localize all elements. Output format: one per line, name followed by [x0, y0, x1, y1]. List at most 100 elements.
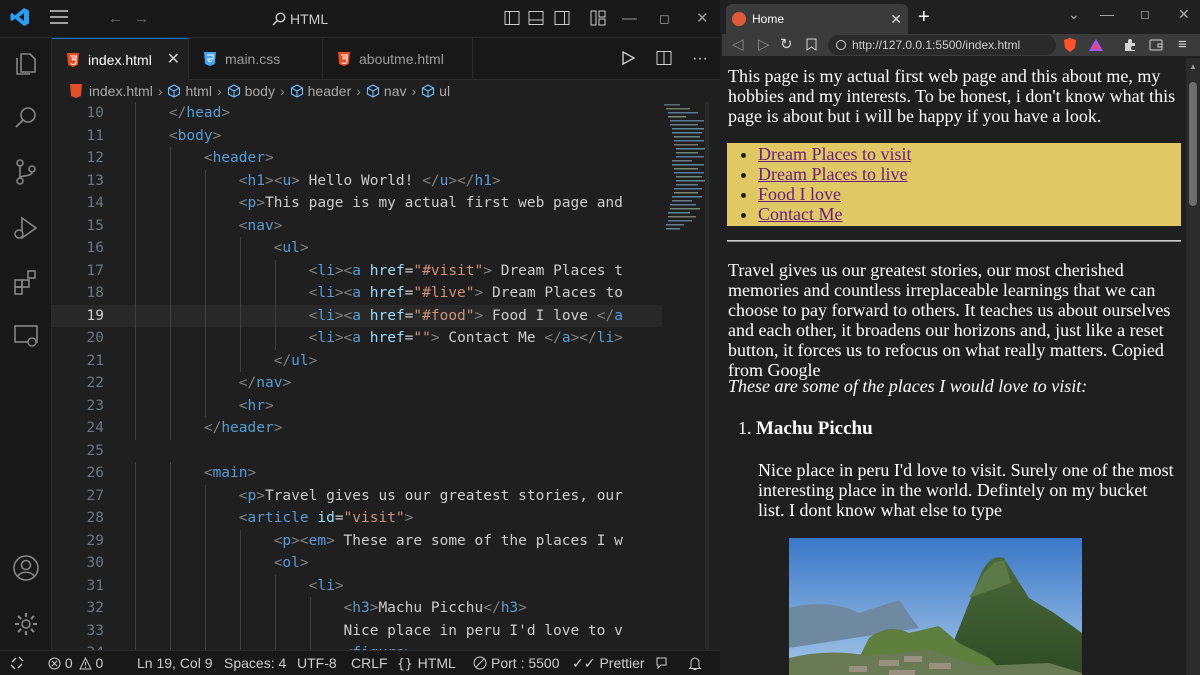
code-line[interactable]: 22 </nav> — [52, 372, 662, 395]
breadcrumb-body[interactable]: body — [227, 83, 275, 99]
source-control-icon[interactable] — [12, 158, 40, 186]
live-server-port[interactable]: Port : 5500 — [473, 651, 560, 675]
tab-main-css[interactable]: main.css — [189, 38, 323, 80]
code-line[interactable]: 14 <p>This page is my actual first web p… — [52, 192, 662, 215]
code-line[interactable]: 26 <main> — [52, 462, 662, 485]
breadcrumb-nav[interactable]: nav — [366, 83, 406, 99]
explorer-icon[interactable] — [12, 50, 40, 78]
notifications-bell-icon[interactable] — [688, 651, 702, 675]
code-line[interactable]: 10 </head> — [52, 102, 662, 125]
bookmark-icon[interactable] — [806, 34, 817, 56]
browser-tab-home[interactable]: Home ✕ — [726, 4, 908, 34]
tab-aboutme-html[interactable]: aboutme.html — [323, 38, 473, 80]
indentation-setting[interactable]: Spaces: 4 — [224, 651, 286, 675]
code-line[interactable]: 29 <p><em> These are some of the places … — [52, 529, 662, 552]
tab-index-html[interactable]: index.html ✕ — [52, 38, 189, 80]
maximize-icon[interactable]: ◻ — [1140, 0, 1150, 28]
close-window-icon[interactable]: ✕ — [696, 0, 709, 38]
new-tab-button[interactable]: + — [918, 2, 930, 32]
line-number: 32 — [86, 600, 104, 616]
remote-indicator-icon[interactable] — [10, 651, 24, 675]
prettier-formatter[interactable]: ✓✓ Prettier — [572, 651, 645, 675]
close-window-icon[interactable]: ✕ — [1178, 0, 1190, 28]
code-line[interactable]: 28 <article id="visit"> — [52, 507, 662, 530]
brave-shields-icon[interactable] — [1062, 37, 1078, 53]
problems-indicator[interactable]: 0 0 — [48, 651, 103, 675]
nav-link-food[interactable]: Food I love — [758, 184, 841, 204]
chevron-down-icon[interactable]: ⌄ — [1068, 0, 1080, 28]
menu-icon[interactable] — [48, 0, 70, 38]
toggle-sidebar-icon[interactable] — [504, 0, 520, 38]
search-icon[interactable] — [12, 104, 40, 132]
back-arrow-icon[interactable]: ← — [108, 0, 123, 38]
breadcrumb-ul[interactable]: ul — [421, 83, 450, 99]
language-mode[interactable]: {} HTML — [397, 651, 456, 675]
page-scrollbar[interactable]: ▲ — [1186, 58, 1200, 675]
toggle-secondary-sidebar-icon[interactable] — [554, 0, 570, 38]
back-icon[interactable]: ◁ — [732, 34, 744, 56]
warning-icon — [78, 656, 92, 670]
forward-arrow-icon[interactable]: → — [134, 0, 149, 38]
forward-icon[interactable]: ▷ — [758, 34, 770, 56]
breadcrumb-file[interactable]: index.html — [69, 83, 153, 99]
feedback-icon[interactable] — [655, 651, 670, 675]
code-line[interactable]: 32 <h3>Machu Picchu</h3> — [52, 597, 662, 620]
brave-rewards-icon[interactable] — [1088, 37, 1104, 53]
code-line[interactable]: 19 <li><a href="#food"> Food I love </a — [52, 304, 662, 327]
customize-layout-icon[interactable] — [590, 0, 606, 38]
code-line[interactable]: 15 <nav> — [52, 214, 662, 237]
close-tab-icon[interactable]: ✕ — [167, 39, 180, 81]
more-actions-icon[interactable]: ··· — [692, 50, 708, 67]
extensions-icon[interactable] — [12, 268, 40, 296]
code-line[interactable]: 27 <p>Travel gives us our greatest stori… — [52, 484, 662, 507]
code-editor[interactable]: 34 <figure>33 Nice place in peru I'd lov… — [52, 102, 720, 650]
nav-link-visit[interactable]: Dream Places to visit — [758, 144, 911, 164]
minimize-icon[interactable]: — — [1100, 0, 1114, 28]
reload-icon[interactable]: ↻ — [780, 34, 793, 56]
remote-explorer-icon[interactable] — [12, 322, 40, 350]
breadcrumb-header[interactable]: header — [290, 83, 351, 99]
command-center-search[interactable]: HTML — [272, 7, 472, 31]
encoding-setting[interactable]: UTF-8 — [297, 651, 337, 675]
code-line[interactable]: 21 </ul> — [52, 349, 662, 372]
code-line[interactable]: 16 <ul> — [52, 237, 662, 260]
scroll-up-arrow-icon[interactable]: ▲ — [1189, 62, 1197, 71]
minimap[interactable] — [662, 102, 710, 242]
code-line[interactable]: 12 <header> — [52, 147, 662, 170]
code-line[interactable]: 18 <li><a href="#live"> Dream Places to — [52, 282, 662, 305]
run-icon[interactable] — [621, 50, 636, 67]
address-bar[interactable]: http://127.0.0.1:5500/index.html — [828, 35, 1056, 55]
vscode-logo-icon[interactable] — [10, 0, 30, 38]
eol-setting[interactable]: CRLF — [351, 651, 388, 675]
code-line[interactable]: 24 </header> — [52, 417, 662, 440]
nav-link-contact[interactable]: Contact Me — [758, 204, 842, 224]
nav-link-live[interactable]: Dream Places to live — [758, 164, 907, 184]
minimize-icon[interactable]: — — [622, 0, 637, 38]
toggle-panel-icon[interactable] — [528, 0, 544, 38]
code-line[interactable]: 25 — [52, 440, 662, 463]
site-info-icon[interactable] — [836, 40, 846, 50]
code-line[interactable]: 23 <hr> — [52, 394, 662, 417]
settings-gear-icon[interactable] — [12, 610, 40, 638]
code-line[interactable]: 11 <body> — [52, 124, 662, 147]
code-line[interactable]: 13 <h1><u> Hello World! </u></h1> — [52, 169, 662, 192]
code-line[interactable]: 20 <li><a href=""> Contact Me </a></li> — [52, 327, 662, 350]
maximize-icon[interactable]: ◻ — [659, 0, 670, 38]
run-debug-icon[interactable] — [12, 214, 40, 242]
code-line[interactable]: 33 Nice place in peru I'd love to v — [52, 619, 662, 642]
cursor-position[interactable]: Ln 19, Col 9 — [137, 651, 213, 675]
editor-scrollbar[interactable] — [705, 102, 709, 650]
breadcrumb-html[interactable]: html — [167, 83, 212, 99]
split-editor-icon[interactable] — [656, 50, 672, 67]
status-bar: 0 0 Ln 19, Col 9 Spaces: 4 UTF-8 CRLF {}… — [0, 650, 720, 675]
extensions-puzzle-icon[interactable] — [1122, 37, 1138, 53]
browser-menu-icon[interactable]: ≡ — [1178, 34, 1187, 56]
close-tab-icon[interactable]: ✕ — [890, 4, 902, 34]
code-line[interactable]: 31 <li> — [52, 574, 662, 597]
scrollbar-thumb[interactable] — [1189, 82, 1197, 206]
code-line[interactable]: 30 <ol> — [52, 552, 662, 575]
wallet-icon[interactable] — [1148, 37, 1164, 53]
code-line[interactable]: 17 <li><a href="#visit"> Dream Places t — [52, 259, 662, 282]
code-line[interactable]: 34 <figure> — [52, 642, 662, 650]
accounts-icon[interactable] — [12, 554, 40, 582]
